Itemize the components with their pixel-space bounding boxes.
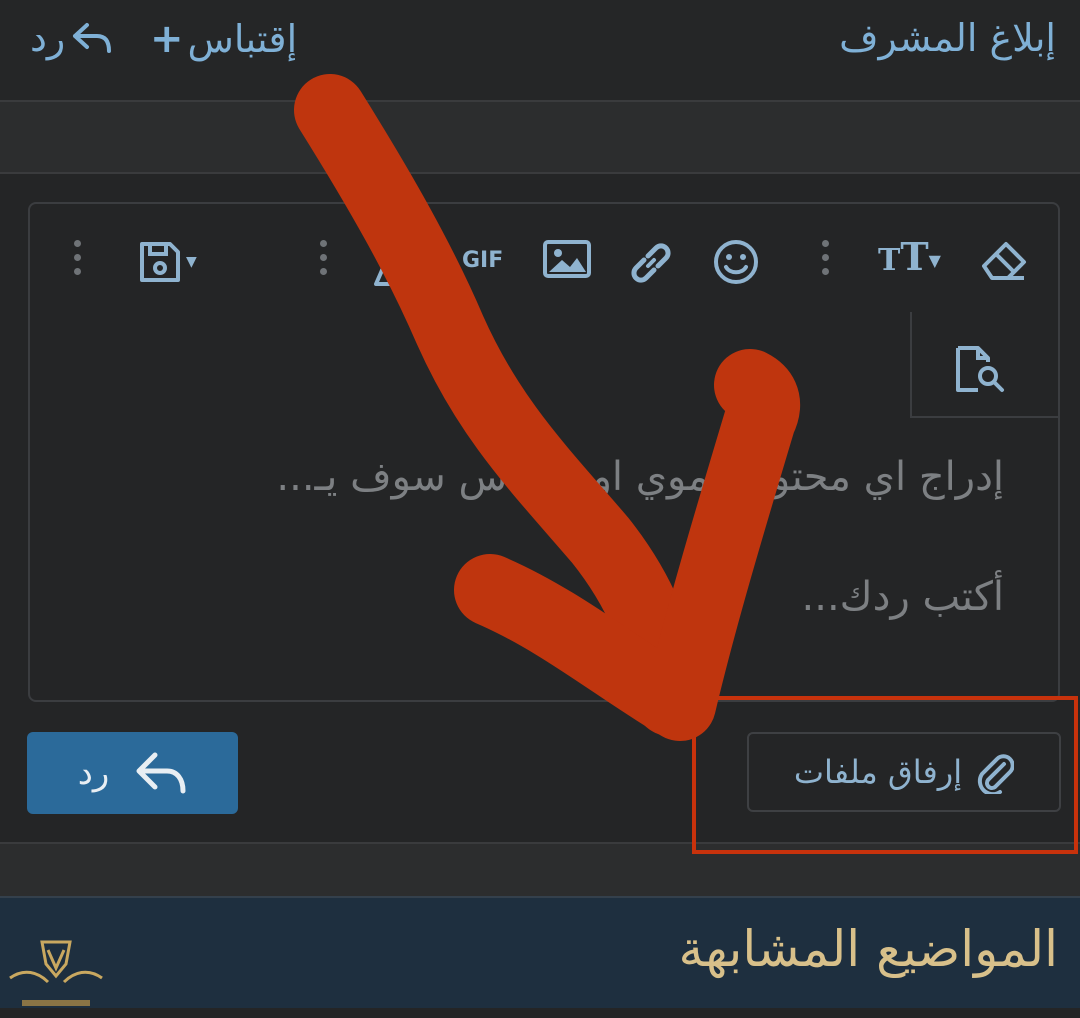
quote-label: إقتباس bbox=[187, 17, 298, 61]
preview-toggle[interactable] bbox=[910, 312, 1058, 418]
editor-placeholder[interactable]: أكتب ردك... bbox=[802, 574, 1004, 620]
eraser-icon[interactable] bbox=[978, 238, 1030, 282]
divider-strip bbox=[0, 102, 1080, 174]
reply-button-label: رد bbox=[77, 753, 110, 793]
reply-arrow-icon bbox=[136, 752, 186, 794]
media-icon[interactable] bbox=[370, 244, 410, 288]
more-vertical-icon[interactable] bbox=[74, 240, 82, 282]
text-size-icon[interactable]: TT▼ bbox=[878, 234, 941, 279]
preview-icon bbox=[956, 346, 1004, 392]
reply-editor[interactable]: TT▼ GIF ▼ إدراج اي محتوى دموي او حساس سو… bbox=[28, 202, 1060, 702]
editor-notice-text: إدراج اي محتوى دموي او حساس سوف يـ... bbox=[276, 454, 1004, 500]
reply-submit-button[interactable]: رد bbox=[27, 732, 238, 814]
image-icon[interactable] bbox=[542, 238, 592, 282]
reply-label: رد bbox=[30, 16, 66, 60]
reply-link[interactable]: رد bbox=[30, 16, 113, 60]
forum-logo bbox=[9, 940, 103, 1006]
link-icon[interactable] bbox=[626, 238, 676, 288]
save-draft-icon[interactable]: ▼ bbox=[138, 240, 197, 284]
similar-threads-title: المواضيع المشابهة bbox=[678, 920, 1058, 978]
similar-threads-header: المواضيع المشابهة bbox=[0, 896, 1080, 1008]
more-vertical-icon[interactable] bbox=[822, 240, 830, 282]
gif-icon[interactable]: GIF bbox=[462, 248, 503, 273]
annotation-highlight-box bbox=[692, 696, 1078, 854]
more-vertical-icon[interactable] bbox=[320, 240, 328, 282]
emoji-icon[interactable] bbox=[712, 238, 760, 286]
post-actions-bar: إبلاغ المشرف + إقتباس رد bbox=[0, 0, 1080, 102]
quote-link[interactable]: + إقتباس bbox=[150, 16, 297, 62]
plus-icon: + bbox=[150, 16, 184, 62]
reply-arrow-icon bbox=[73, 23, 112, 53]
report-moderator-link[interactable]: إبلاغ المشرف bbox=[839, 16, 1056, 60]
